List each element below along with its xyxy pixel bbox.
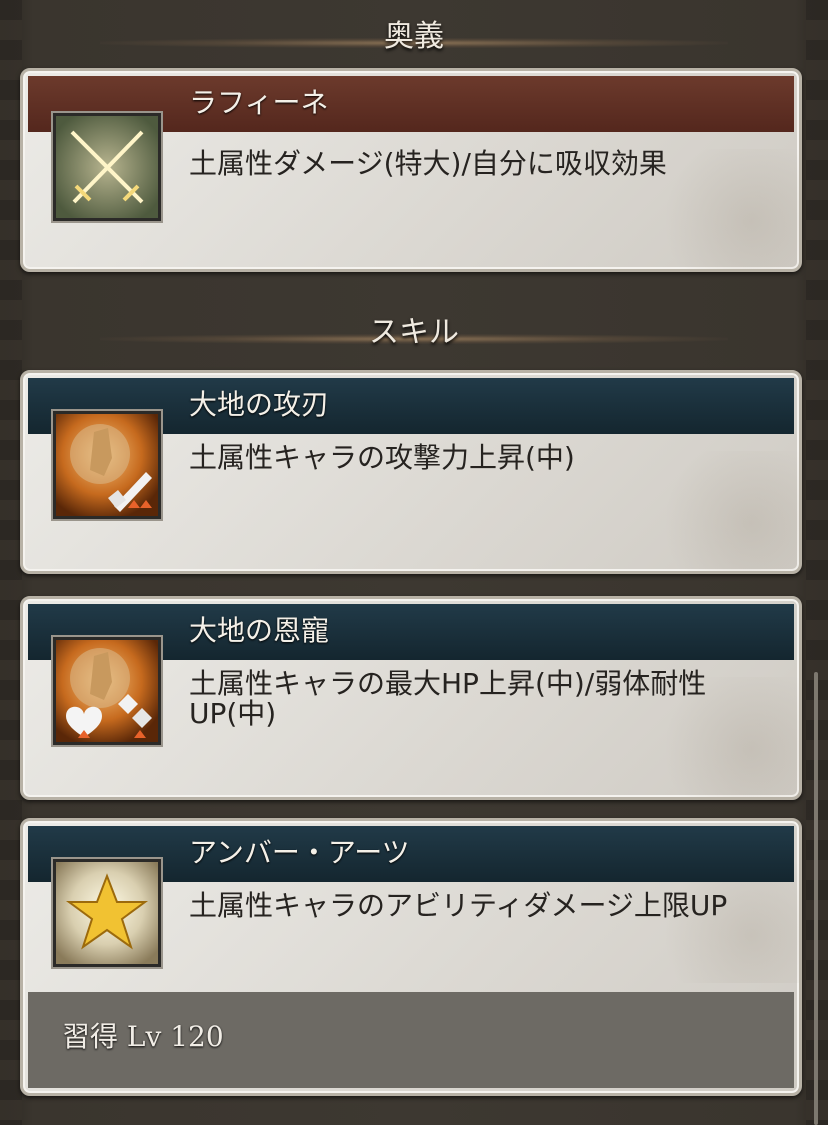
skill-name: 大地の恩寵 xyxy=(189,614,330,647)
section-header-ougi: 奥義 xyxy=(0,12,828,62)
earth-attack-up-icon xyxy=(53,411,161,519)
skill-name: アンバー・アーツ xyxy=(189,836,410,869)
skill-description: 土属性キャラの攻撃力上昇(中) xyxy=(189,441,575,474)
section-title: 奥義 xyxy=(384,19,444,54)
ougi-description: 土属性ダメージ(特大)/自分に吸収効果 xyxy=(189,147,667,180)
earth-hp-debuff-resist-icon xyxy=(53,637,161,745)
skill-card[interactable]: アンバー・アーツ 土属性キャラのアビリティダメージ上限UP 習得 Lv 120 xyxy=(20,818,802,1096)
skill-name: 大地の攻刃 xyxy=(189,388,330,421)
section-title: スキル xyxy=(369,315,459,350)
left-frame xyxy=(0,0,22,1125)
skill-description: 土属性キャラのアビリティダメージ上限UP xyxy=(189,889,728,922)
skill-card[interactable]: 大地の攻刃 土属性キャラの攻撃力上昇(中) xyxy=(20,370,802,574)
crossed-swords-icon xyxy=(53,113,161,221)
learn-level-text: 習得 Lv 120 xyxy=(62,1020,224,1053)
section-header-skill: スキル xyxy=(0,308,828,358)
learn-level-bar: 習得 Lv 120 xyxy=(28,992,794,1088)
ougi-card[interactable]: ラフィーネ 土属性ダメージ(特大)/自分に吸収効果 xyxy=(20,68,802,272)
skill-description: 土属性キャラの最大HP上昇(中)/弱体耐性UP(中) xyxy=(189,667,707,730)
scrollbar[interactable] xyxy=(814,672,818,1125)
skill-card[interactable]: 大地の恩寵 土属性キャラの最大HP上昇(中)/弱体耐性UP(中) xyxy=(20,596,802,800)
star-icon xyxy=(53,859,161,967)
ougi-name: ラフィーネ xyxy=(189,86,329,119)
